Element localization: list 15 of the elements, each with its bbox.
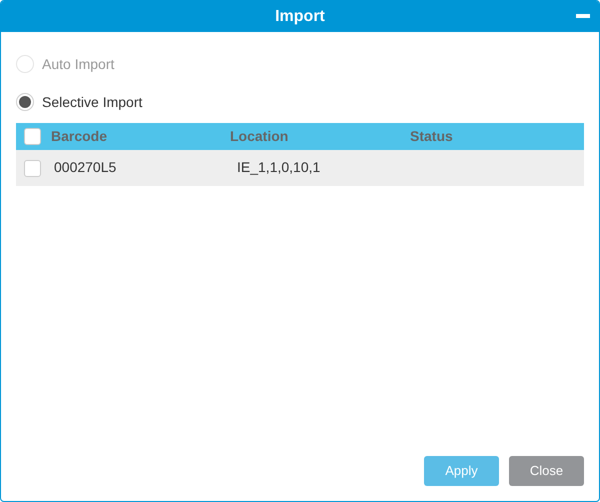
minimize-icon[interactable] (576, 14, 590, 18)
row-checkbox[interactable] (24, 160, 41, 176)
select-all-checkbox[interactable] (24, 128, 41, 145)
radio-label: Auto Import (42, 54, 114, 74)
radio-button[interactable] (16, 93, 34, 111)
table-cell: IE_1,1,0,10,1 (237, 159, 320, 175)
column-header: Barcode (51, 128, 108, 144)
table-row[interactable]: 000270L5 IE_1,1,0,10,1 (16, 150, 584, 186)
column-header: Location (230, 128, 288, 144)
apply-button[interactable]: Apply (424, 456, 499, 486)
column-header: Status (410, 128, 453, 144)
window-title: Import (275, 6, 325, 26)
table-cell: 000270L5 (54, 159, 116, 175)
radio-label: Selective Import (42, 92, 142, 112)
close-button[interactable]: Close (509, 456, 584, 486)
